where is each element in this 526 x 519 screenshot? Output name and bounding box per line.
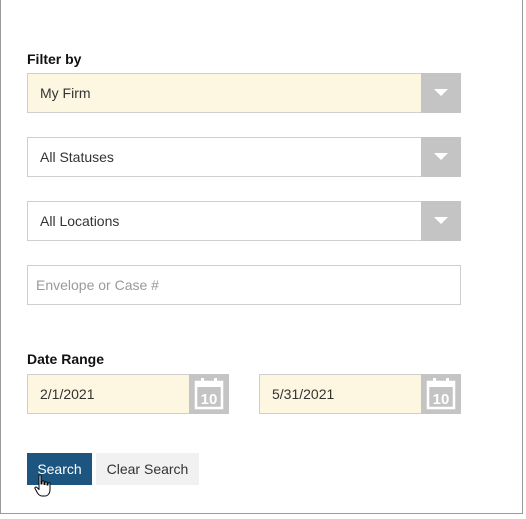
calendar-icon: 10 [194,378,224,410]
envelope-case-input[interactable] [27,265,461,305]
firm-select[interactable]: My Firm [27,73,461,113]
calendar-day-label: 10 [433,391,450,408]
location-select-toggle[interactable] [421,201,461,241]
filter-by-heading: Filter by [27,51,82,67]
location-select[interactable]: All Locations [27,201,461,241]
calendar-day-label: 10 [201,391,218,408]
clear-search-button[interactable]: Clear Search [96,453,199,485]
firm-select-toggle[interactable] [421,73,461,113]
chevron-down-icon [434,89,448,96]
status-select-toggle[interactable] [421,137,461,177]
chevron-down-icon [434,153,448,160]
status-select-value: All Statuses [40,149,114,165]
end-date-value: 5/31/2021 [272,386,335,402]
start-date-calendar-button[interactable]: 10 [189,374,229,414]
status-select[interactable]: All Statuses [27,137,461,177]
start-date-value: 2/1/2021 [40,386,95,402]
location-select-value: All Locations [40,213,120,229]
end-date-calendar-button[interactable]: 10 [421,374,461,414]
date-range-heading: Date Range [27,351,105,367]
firm-select-value: My Firm [40,85,91,101]
calendar-icon: 10 [426,378,456,410]
start-date-field[interactable]: 2/1/2021 10 [27,374,229,414]
search-button[interactable]: Search [27,453,92,485]
end-date-field[interactable]: 5/31/2021 10 [259,374,461,414]
chevron-down-icon [434,217,448,224]
filter-panel: Filter by My Firm All Statuses All Locat… [0,0,523,514]
